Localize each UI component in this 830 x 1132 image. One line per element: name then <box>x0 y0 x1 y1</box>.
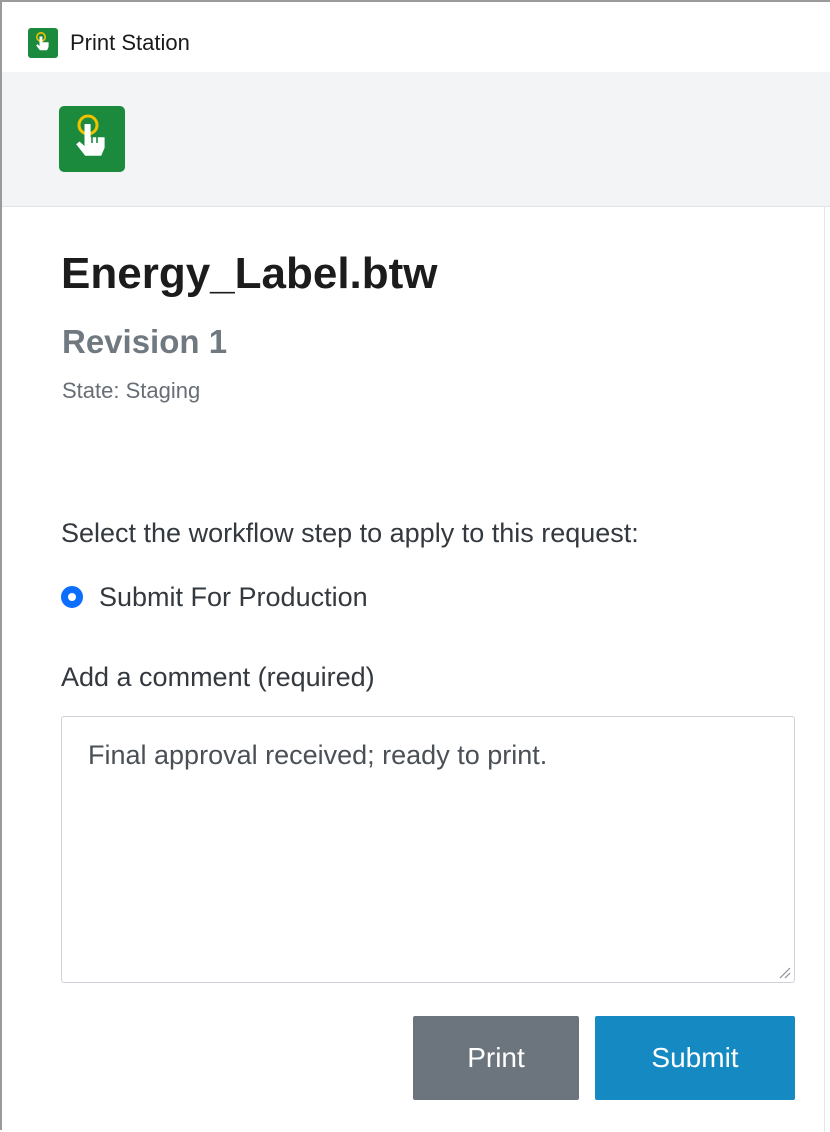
workflow-step-prompt: Select the workflow step to apply to thi… <box>61 518 639 548</box>
touch-print-icon <box>28 28 58 58</box>
window-title: Print Station <box>70 30 190 55</box>
resize-grip-icon[interactable] <box>775 963 791 979</box>
workflow-option-label: Submit For Production <box>99 582 368 612</box>
comment-textarea[interactable]: Final approval received; ready to print. <box>61 716 795 983</box>
document-revision: Revision 1 <box>62 323 228 360</box>
title-bar: Print Station <box>2 2 830 72</box>
print-station-window: Print Station Energy_Label.btw Revision … <box>0 0 830 1132</box>
comment-label: Add a comment (required) <box>61 662 375 692</box>
radio-selected-icon[interactable] <box>61 586 83 608</box>
touch-print-logo-icon <box>59 106 125 172</box>
submit-button[interactable]: Submit <box>595 1016 795 1100</box>
panel-divider <box>824 207 825 1132</box>
document-title: Energy_Label.btw <box>61 249 438 298</box>
print-button[interactable]: Print <box>413 1016 579 1100</box>
comment-text: Final approval received; ready to print. <box>88 740 548 770</box>
app-header <box>2 72 830 207</box>
document-state: State: Staging <box>62 378 201 403</box>
workflow-option-submit-for-production[interactable]: Submit For Production <box>61 577 368 617</box>
